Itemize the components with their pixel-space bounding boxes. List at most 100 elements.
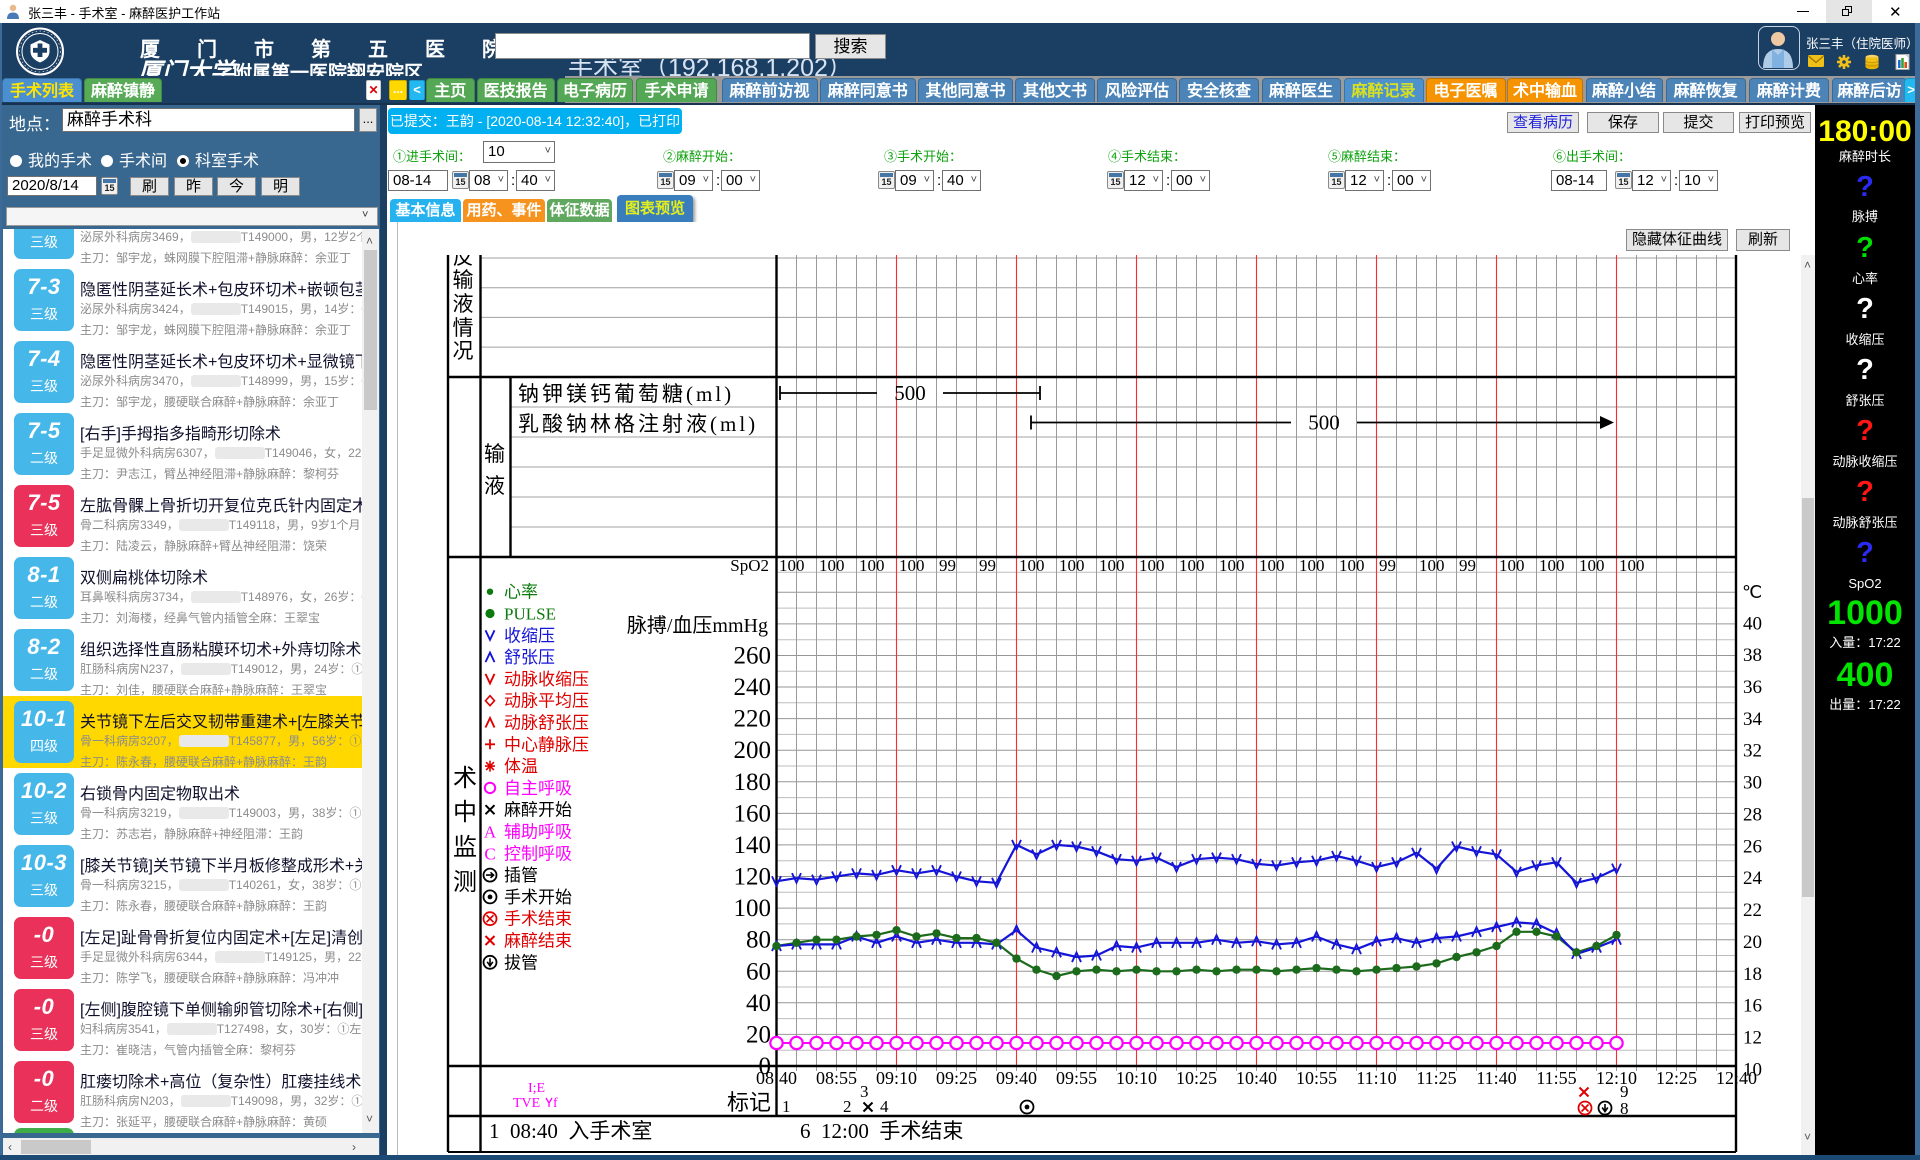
svg-text:中: 中 <box>453 799 477 826</box>
svg-text:100: 100 <box>819 556 845 575</box>
svg-text:140: 140 <box>734 832 772 859</box>
svg-text:09:55: 09:55 <box>1056 1068 1097 1088</box>
svg-text:100: 100 <box>779 556 805 575</box>
svg-text:况: 况 <box>453 339 474 363</box>
svg-text:12: 12 <box>1743 1028 1762 1049</box>
svg-text:11:55: 11:55 <box>1536 1068 1576 1088</box>
svg-text:12:40: 12:40 <box>1716 1068 1757 1088</box>
svg-text:500: 500 <box>894 381 926 405</box>
svg-text:24: 24 <box>1743 868 1763 889</box>
svg-text:情: 情 <box>453 316 474 340</box>
svg-text:40: 40 <box>746 990 771 1017</box>
svg-text:80: 80 <box>746 927 771 954</box>
svg-text:I;E: I;E <box>528 1081 545 1096</box>
svg-text:反: 反 <box>453 255 474 269</box>
svg-text:脉搏/血压mmHg: 脉搏/血压mmHg <box>627 614 768 637</box>
svg-text:f: f <box>553 1096 558 1111</box>
svg-text:16: 16 <box>1743 996 1762 1017</box>
svg-text:09:10: 09:10 <box>876 1068 917 1088</box>
svg-text:99: 99 <box>1459 556 1476 575</box>
svg-text:22: 22 <box>1743 900 1762 921</box>
svg-text:心率: 心率 <box>504 583 538 602</box>
svg-text:99: 99 <box>1379 556 1396 575</box>
svg-text:术: 术 <box>453 765 477 792</box>
svg-text:辅助呼吸: 辅助呼吸 <box>504 823 572 842</box>
svg-text:100: 100 <box>1619 556 1645 575</box>
svg-text:240: 240 <box>734 674 772 701</box>
svg-text:麻醉结束: 麻醉结束 <box>504 932 572 951</box>
svg-text:自主呼吸: 自主呼吸 <box>504 779 572 798</box>
svg-text:2: 2 <box>843 1097 852 1116</box>
svg-text:08:40: 08:40 <box>756 1068 797 1088</box>
svg-text:100: 100 <box>734 895 772 922</box>
svg-text:100: 100 <box>1099 556 1125 575</box>
svg-text:动脉平均压: 动脉平均压 <box>504 692 589 711</box>
svg-text:36: 36 <box>1743 677 1762 698</box>
svg-text:手术开始: 手术开始 <box>504 888 572 907</box>
svg-text:10:25: 10:25 <box>1176 1068 1217 1088</box>
svg-text:手术结束: 手术结束 <box>504 910 572 929</box>
svg-text:160: 160 <box>734 800 772 827</box>
svg-text:99: 99 <box>939 556 956 575</box>
svg-text:测: 测 <box>453 869 477 896</box>
svg-text:输: 输 <box>484 442 505 466</box>
svg-text:12:10: 12:10 <box>1596 1068 1637 1088</box>
svg-text:1 08:40 入手术室: 1 08:40 入手术室 <box>489 1119 652 1143</box>
svg-text:100: 100 <box>1139 556 1165 575</box>
svg-text:动脉舒张压: 动脉舒张压 <box>504 714 589 733</box>
svg-text:20: 20 <box>746 1021 771 1048</box>
svg-text:20: 20 <box>1743 932 1762 953</box>
svg-text:8: 8 <box>1620 1099 1629 1118</box>
svg-text:100: 100 <box>1259 556 1285 575</box>
svg-text:麻醉开始: 麻醉开始 <box>504 801 572 820</box>
svg-text:200: 200 <box>734 737 772 764</box>
svg-text:1: 1 <box>782 1097 791 1116</box>
svg-text:220: 220 <box>734 706 772 733</box>
svg-text:6 12:00 手术结束: 6 12:00 手术结束 <box>800 1119 963 1143</box>
svg-text:40: 40 <box>1743 613 1762 634</box>
svg-text:99: 99 <box>979 556 996 575</box>
svg-text:舒张压: 舒张压 <box>504 648 555 667</box>
svg-text:12:25: 12:25 <box>1656 1068 1697 1088</box>
svg-text:100: 100 <box>1219 556 1245 575</box>
svg-text:09:25: 09:25 <box>936 1068 977 1088</box>
svg-text:60: 60 <box>746 958 771 985</box>
svg-text:液: 液 <box>453 292 474 316</box>
svg-text:100: 100 <box>1419 556 1445 575</box>
svg-text:100: 100 <box>1059 556 1085 575</box>
svg-text:收缩压: 收缩压 <box>504 626 555 645</box>
svg-text:100: 100 <box>899 556 925 575</box>
svg-text:18: 18 <box>1743 964 1762 985</box>
svg-text:100: 100 <box>859 556 885 575</box>
svg-text:3: 3 <box>860 1082 869 1101</box>
svg-text:120: 120 <box>734 864 772 891</box>
svg-text:10:10: 10:10 <box>1116 1068 1157 1088</box>
svg-text:100: 100 <box>1019 556 1045 575</box>
svg-text:38: 38 <box>1743 645 1762 666</box>
svg-text:C: C <box>484 844 495 863</box>
svg-text:钠钾镁钙葡萄糖(ml): 钠钾镁钙葡萄糖(ml) <box>518 382 734 406</box>
svg-text:TVE: TVE <box>513 1096 540 1111</box>
svg-text:控制呼吸: 控制呼吸 <box>504 844 572 863</box>
svg-text:100: 100 <box>1539 556 1565 575</box>
svg-text:11:40: 11:40 <box>1476 1068 1516 1088</box>
svg-text:标记: 标记 <box>727 1090 771 1115</box>
svg-text:拔管: 拔管 <box>504 953 538 972</box>
svg-text:乳酸钠林格注射液(ml): 乳酸钠林格注射液(ml) <box>518 412 758 436</box>
svg-text:SpO2: SpO2 <box>730 556 769 575</box>
svg-text:10:40: 10:40 <box>1236 1068 1277 1088</box>
svg-text:中心静脉压: 中心静脉压 <box>504 735 589 754</box>
svg-text:11:10: 11:10 <box>1356 1068 1396 1088</box>
svg-text:A: A <box>484 823 497 842</box>
svg-text:10:55: 10:55 <box>1296 1068 1337 1088</box>
svg-text:09:40: 09:40 <box>996 1068 1037 1088</box>
svg-text:30: 30 <box>1743 773 1762 794</box>
svg-text:输: 输 <box>453 268 474 292</box>
svg-text:℃: ℃ <box>1742 582 1762 602</box>
svg-text:监: 监 <box>453 834 477 861</box>
svg-text:26: 26 <box>1743 836 1762 857</box>
svg-text:500: 500 <box>1308 411 1340 435</box>
svg-text:180: 180 <box>734 769 772 796</box>
svg-text:11:25: 11:25 <box>1416 1068 1456 1088</box>
svg-text:插管: 插管 <box>504 866 538 885</box>
